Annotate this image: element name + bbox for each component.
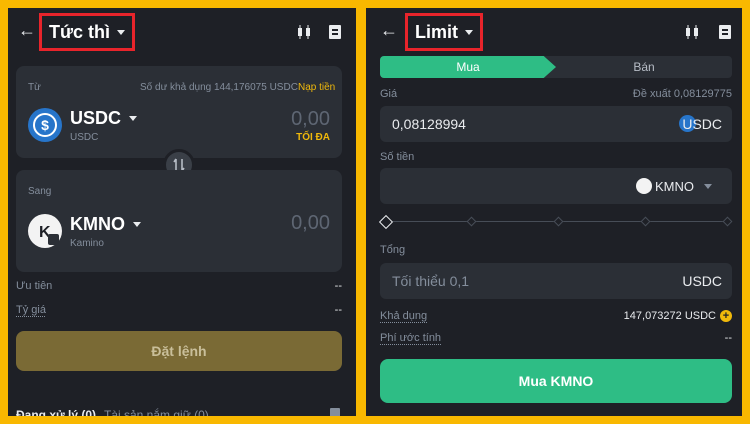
order-type-selector[interactable]: Limit [405, 13, 483, 51]
from-label: Từ [28, 82, 41, 93]
slider-handle[interactable] [378, 214, 394, 230]
rate-value: -- [334, 304, 342, 316]
deposit-link[interactable]: Nạp tiền [298, 82, 335, 93]
amount-slider[interactable] [378, 214, 733, 230]
header: ← Limit [366, 8, 742, 58]
price-input[interactable]: 0,08128994 USDC [380, 106, 732, 142]
to-coin-symbol: KMNO [70, 214, 125, 234]
svg-text:$: $ [41, 117, 49, 133]
total-currency: USDC [682, 273, 722, 289]
tab-sell[interactable]: Bán [556, 56, 732, 78]
from-coin-name: USDC [70, 132, 99, 143]
order-type-title: Tức thì [49, 21, 111, 42]
total-placeholder: Tối thiểu 0,1 [392, 273, 470, 289]
chevron-down-icon [117, 29, 126, 35]
chevron-down-icon [465, 29, 473, 35]
price-label: Giá [380, 88, 398, 100]
buy-kmno-button[interactable]: Mua KMNO [380, 359, 732, 403]
tab-pending-orders[interactable]: Đang xử lý (0) [16, 408, 96, 416]
priority-label: Ưu tiên [16, 280, 53, 292]
document-icon[interactable] [330, 408, 340, 416]
from-card: Từ Số dư khả dụng 144,176075 USDC Nạp ti… [16, 66, 342, 158]
back-arrow-icon[interactable]: ← [380, 20, 398, 41]
instant-swap-panel: ← Tức thì Từ Số dư khả dụng 144,176075 U… [8, 8, 356, 416]
chevron-down-icon[interactable] [704, 184, 712, 189]
price-value: 0,08128994 [392, 116, 466, 132]
header: ← Tức thì [8, 8, 356, 58]
kmno-coin-icon [636, 178, 652, 194]
chevron-down-icon [133, 222, 141, 227]
price-currency: USDC [682, 116, 722, 132]
available-balance: Số dư khả dụng 144,176075 USDC [140, 82, 298, 93]
total-input[interactable]: Tối thiểu 0,1 USDC [380, 263, 732, 299]
order-history-icon[interactable] [718, 24, 732, 45]
priority-value[interactable]: -- [335, 280, 342, 292]
fee-value: -- [724, 332, 732, 344]
to-coin-selector[interactable]: KMNO [70, 214, 141, 235]
to-coin-name: Kamino [70, 238, 104, 249]
tab-holdings[interactable]: Tài sản nắm giữ (0) [104, 408, 209, 416]
chevron-down-icon [129, 116, 138, 121]
available-label: Khả dụng [380, 310, 428, 322]
to-card: Sang K KMNO Kamino 0,00 [16, 170, 342, 272]
amount-label: Số tiền [380, 151, 415, 163]
order-type-selector[interactable]: Tức thì [39, 13, 136, 51]
amount-input[interactable]: KMNO [380, 168, 732, 204]
back-arrow-icon[interactable]: ← [18, 20, 36, 41]
amount-currency: KMNO [655, 179, 694, 194]
suggested-price[interactable]: Đề xuất 0,08129775 [633, 88, 732, 100]
order-type-title: Limit [415, 21, 458, 42]
max-button[interactable]: TỐI ĐA [296, 132, 330, 143]
add-funds-icon[interactable]: + [720, 310, 732, 322]
from-amount-input[interactable]: 0,00 [291, 108, 330, 131]
order-history-icon[interactable] [328, 24, 342, 45]
buy-sell-tabs: Mua Bán [380, 56, 732, 78]
usdc-coin-icon: $ [28, 108, 62, 142]
rate-label: Tỷ giá [16, 304, 46, 316]
from-coin-symbol: USDC [70, 108, 122, 128]
place-order-button[interactable]: Đặt lệnh [16, 331, 342, 371]
kmno-coin-icon: K [28, 214, 62, 248]
to-amount-input[interactable]: 0,00 [291, 212, 330, 235]
to-label: Sang [28, 186, 52, 197]
candlestick-chart-icon[interactable] [684, 24, 700, 45]
candlestick-chart-icon[interactable] [296, 24, 312, 45]
available-value: 147,073272 USDC [623, 310, 716, 322]
tab-buy[interactable]: Mua [380, 56, 556, 78]
from-coin-selector[interactable]: USDC [70, 108, 138, 129]
fee-label: Phí ước tính [380, 332, 442, 344]
limit-order-panel: ← Limit Mua Bán Giá Đề xuất 0,08129775 0… [366, 8, 742, 416]
total-label: Tổng [380, 244, 406, 256]
